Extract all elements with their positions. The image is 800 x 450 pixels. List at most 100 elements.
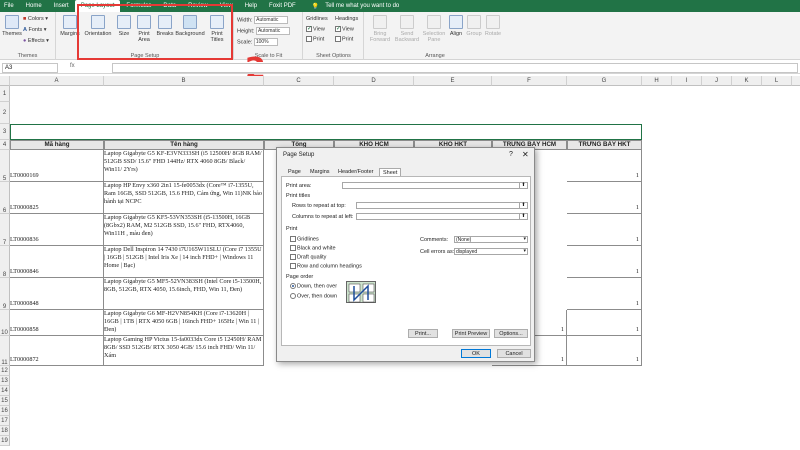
table-row-value[interactable]: 1: [567, 150, 642, 182]
width-select[interactable]: Automatic: [254, 16, 289, 24]
ok-button[interactable]: OK: [461, 349, 491, 358]
cancel-button[interactable]: Cancel: [497, 349, 531, 358]
gridlines-print-checkbox[interactable]: Print: [306, 36, 324, 42]
dialog-tab-header-footer[interactable]: Header/Footer: [335, 168, 376, 176]
header-ten-hang[interactable]: Tên hàng: [104, 140, 264, 150]
column-header-c[interactable]: C: [264, 76, 334, 86]
row-header-10[interactable]: 10: [0, 310, 10, 336]
table-row-name[interactable]: Laptop HP Envy x360 2in1 15-fe0053dx (Co…: [104, 182, 264, 214]
row-header-2[interactable]: 2: [0, 102, 10, 124]
tab-foxit-pdf[interactable]: Foxit PDF: [263, 0, 302, 12]
row-header-3[interactable]: 3: [0, 124, 10, 140]
cell-errors-select[interactable]: displayed: [454, 248, 528, 255]
collapse-icon[interactable]: ⬆: [519, 202, 527, 209]
table-row-code[interactable]: LT0000872: [10, 336, 104, 366]
table-row-name[interactable]: Laptop Gigabyte G6 MF-H2VN854KH (Core i7…: [104, 310, 264, 336]
headings-view-checkbox[interactable]: View: [335, 25, 354, 32]
table-row-code[interactable]: LT0000846: [10, 246, 104, 278]
column-header-m[interactable]: M: [792, 76, 800, 86]
tab-home[interactable]: Home: [20, 0, 48, 12]
table-row-name[interactable]: Laptop Gigabyte G5 KF-E3VN333SH (i5 1250…: [104, 150, 264, 182]
table-row-value[interactable]: 1: [567, 182, 642, 214]
row-header-12[interactable]: 12: [0, 366, 10, 376]
effects-button[interactable]: ● Effects ▾: [23, 38, 49, 44]
dialog-tab-margins[interactable]: Margins: [307, 168, 333, 176]
close-icon[interactable]: ✕: [522, 150, 529, 159]
headings-print-checkbox[interactable]: Print: [335, 36, 353, 42]
dialog-tab-page[interactable]: Page: [285, 168, 304, 176]
table-row-code[interactable]: LT0000848: [10, 278, 104, 310]
row-header-18[interactable]: 18: [0, 426, 10, 436]
print-area-input[interactable]: ⬆: [342, 182, 528, 189]
column-header-d[interactable]: D: [334, 76, 414, 86]
column-header-k[interactable]: K: [732, 76, 762, 86]
row-header-6[interactable]: 6: [0, 182, 10, 214]
table-row-code[interactable]: LT0000836: [10, 214, 104, 246]
colors-button[interactable]: ■ Colors ▾: [23, 16, 48, 22]
print-button[interactable]: Print...: [408, 329, 438, 338]
help-icon[interactable]: ?: [509, 151, 513, 158]
gridlines-checkbox[interactable]: Gridlines: [290, 236, 319, 242]
table-row-code[interactable]: LT0000858: [10, 310, 104, 336]
column-header-l[interactable]: L: [762, 76, 792, 86]
rotate-button[interactable]: Rotate: [483, 15, 503, 37]
row-header-13[interactable]: 13: [0, 376, 10, 386]
formula-input[interactable]: [112, 63, 798, 73]
row-header-7[interactable]: 7: [0, 214, 10, 246]
fx-icon[interactable]: fx: [70, 63, 75, 69]
row-header-19[interactable]: 19: [0, 436, 10, 446]
comments-select[interactable]: (None): [454, 236, 528, 243]
send-backward-button[interactable]: Send Backward: [393, 15, 421, 43]
draft-quality-checkbox[interactable]: Draft quality: [290, 254, 326, 260]
table-row-value[interactable]: 1: [567, 246, 642, 278]
column-header-h[interactable]: H: [642, 76, 672, 86]
row-header-11[interactable]: 11: [0, 336, 10, 366]
table-row-name[interactable]: Laptop Gaming HP Victus 15-fa0033dx Core…: [104, 336, 264, 366]
gridlines-view-checkbox[interactable]: View: [306, 25, 325, 32]
table-row-value[interactable]: 1: [567, 336, 642, 366]
select-all-corner[interactable]: [0, 76, 10, 86]
down-then-over-radio[interactable]: Down, then over: [290, 283, 337, 289]
tab-file[interactable]: File: [0, 0, 20, 12]
collapse-icon[interactable]: ⬆: [519, 213, 527, 220]
cols-repeat-input[interactable]: ⬆: [356, 213, 528, 220]
black-white-checkbox[interactable]: Black and white: [290, 245, 336, 251]
height-control[interactable]: Height: Automatic: [237, 27, 290, 35]
column-header-j[interactable]: J: [702, 76, 732, 86]
row-header-8[interactable]: 8: [0, 246, 10, 278]
height-select[interactable]: Automatic: [255, 27, 290, 35]
over-then-down-radio[interactable]: Over, then down: [290, 293, 337, 299]
tell-me-search[interactable]: Tell me what you want to do: [319, 0, 405, 12]
table-row-value[interactable]: 1: [567, 310, 642, 336]
row-header-4[interactable]: 4: [0, 140, 10, 150]
collapse-icon[interactable]: ⬆: [519, 182, 527, 189]
table-row-value[interactable]: 1: [567, 278, 642, 310]
column-header-i[interactable]: I: [672, 76, 702, 86]
row-header-15[interactable]: 15: [0, 396, 10, 406]
tab-help[interactable]: Help: [239, 0, 263, 12]
row-column-headings-checkbox[interactable]: Row and column headings: [290, 263, 362, 269]
column-header-f[interactable]: F: [492, 76, 567, 86]
column-header-a[interactable]: A: [10, 76, 104, 86]
header-trung-bay-hkt[interactable]: TRƯNG BÀY HKT: [567, 140, 642, 150]
table-row-code[interactable]: LT0000825: [10, 182, 104, 214]
table-row-name[interactable]: Laptop Gigabyte G5 MF5-52VN383SH (Intel …: [104, 278, 264, 310]
selection-pane-button[interactable]: Selection Pane: [421, 15, 447, 43]
themes-button[interactable]: Themes: [1, 15, 23, 37]
row-header-17[interactable]: 17: [0, 416, 10, 426]
row-header-5[interactable]: 5: [0, 150, 10, 182]
column-header-b[interactable]: B: [104, 76, 264, 86]
dialog-tab-sheet[interactable]: Sheet: [379, 168, 402, 176]
row-header-16[interactable]: 16: [0, 406, 10, 416]
rows-repeat-input[interactable]: ⬆: [356, 202, 528, 209]
row-header-14[interactable]: 14: [0, 386, 10, 396]
row-header-9[interactable]: 9: [0, 278, 10, 310]
bring-forward-button[interactable]: Bring Forward: [367, 15, 393, 43]
options-button[interactable]: Options...: [494, 329, 528, 338]
name-box[interactable]: A3: [2, 63, 58, 73]
table-row-name[interactable]: Laptop Gigabyte G5 KF5-53VN353SH (i5-135…: [104, 214, 264, 246]
tab-insert[interactable]: Insert: [48, 0, 75, 12]
table-row-code[interactable]: LT0000169: [10, 150, 104, 182]
group-button[interactable]: Group: [465, 15, 483, 37]
table-row-value[interactable]: 1: [567, 214, 642, 246]
